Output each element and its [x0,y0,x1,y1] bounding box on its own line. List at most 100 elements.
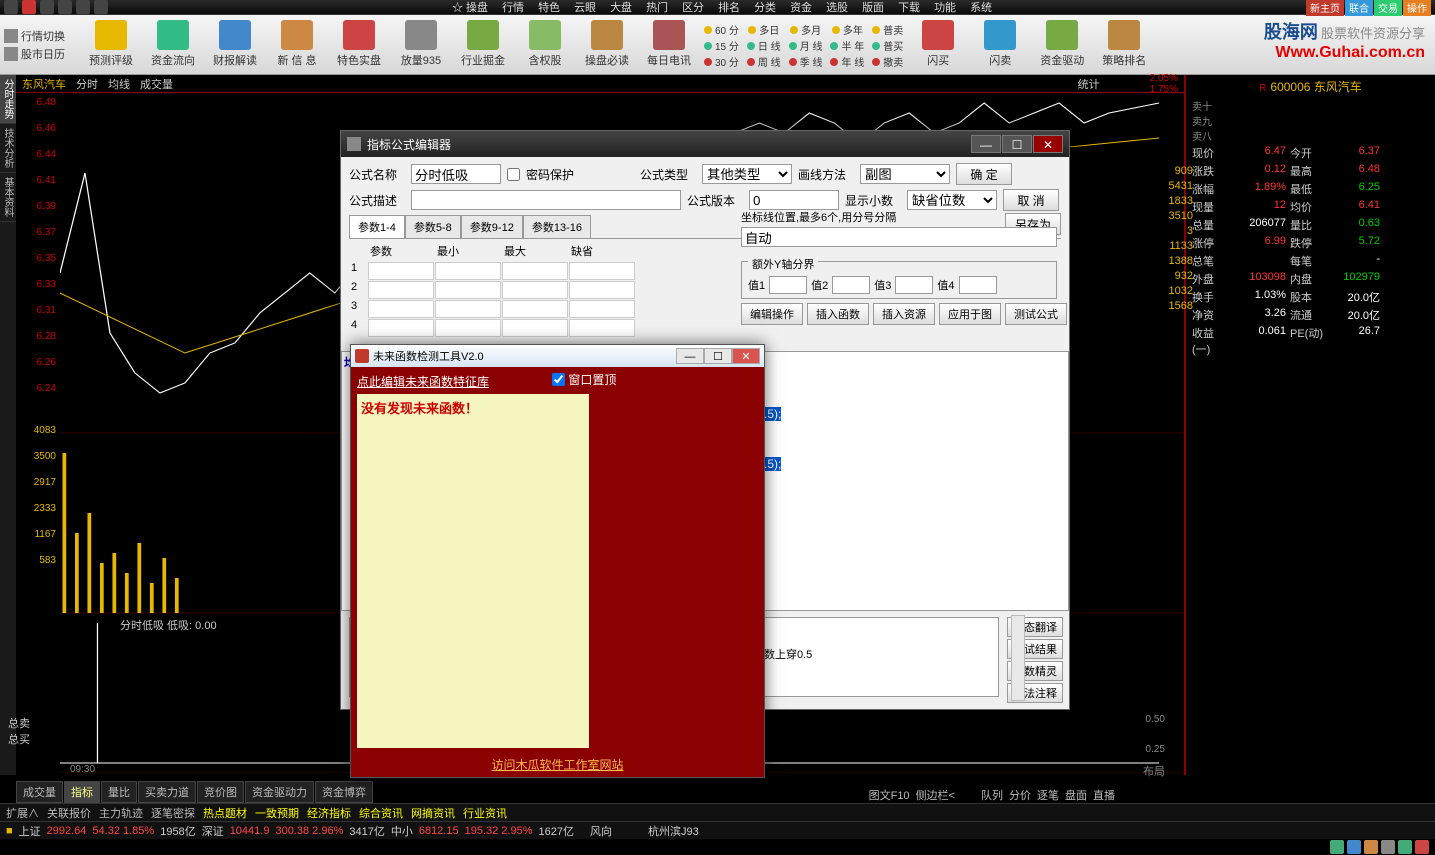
dialog-titlebar[interactable]: 指标公式编辑器 — ☐ ✕ [341,131,1069,157]
menu-item[interactable]: 热门 [646,0,668,15]
param-tab[interactable]: 参数1-4 [349,215,405,238]
tab-ops[interactable]: 操作 [1403,0,1431,16]
toolbar-period-group[interactable]: 普卖普买撤卖 [872,20,903,69]
status-item[interactable]: 一致预期 [255,805,299,821]
param-cell[interactable] [368,319,434,337]
menu-item[interactable]: 大盘 [610,0,632,15]
tray-icon[interactable] [1364,840,1378,854]
status-item[interactable]: 综合资讯 [359,805,403,821]
indicator-tab[interactable]: 资金驱动力 [245,781,314,803]
close-icon[interactable]: ✕ [1033,135,1063,153]
maximize-icon[interactable]: ☐ [704,348,732,364]
param-cell[interactable] [435,319,501,337]
toolbar-item[interactable]: 含权股 [518,20,572,69]
toolbar-item[interactable]: 预测评级 [84,20,138,69]
toolbar-period-group[interactable]: 多年半 年年 线 [830,20,864,69]
tray-icon[interactable] [1347,840,1361,854]
menu-item[interactable]: 云眼 [574,0,596,15]
param-tab[interactable]: 参数5-8 [405,215,461,238]
tab-f10[interactable]: 图文F10 [869,787,910,803]
param-cell[interactable] [435,262,501,280]
param-tab[interactable]: 参数9-12 [461,215,523,238]
status-item[interactable]: 行业资讯 [463,805,507,821]
edit-lib-link[interactable]: 点此编辑未来函数特征库 [357,375,489,389]
param-cell[interactable] [502,319,568,337]
status-item[interactable]: 主力轨迹 [99,805,143,821]
param-cell[interactable] [569,300,635,318]
toolbar-item[interactable]: 新 信 息 [270,20,324,69]
op-button[interactable]: 编辑操作 [741,303,803,325]
tray-icon[interactable] [1398,840,1412,854]
toolbar-period-group[interactable]: 60 分15 分30 分 [704,20,739,69]
toolbar-item[interactable]: 闪卖 [973,20,1027,69]
pwd-checkbox[interactable] [507,168,520,181]
prev-icon[interactable] [40,0,54,14]
toolbar-item[interactable]: 资金流向 [146,20,200,69]
status-item[interactable]: 扩展∧ [6,805,39,821]
op-button[interactable]: 应用于图 [939,303,1001,325]
dec-select[interactable]: 缺省位数 [907,190,997,210]
toolbar-item[interactable]: 特色实盘 [332,20,386,69]
status-item[interactable]: 网摘资讯 [411,805,455,821]
tab-queue[interactable]: 队列 [981,787,1003,803]
param-cell[interactable] [569,319,635,337]
toolbar-item[interactable]: 行业掘金 [456,20,510,69]
menu-item[interactable]: 版面 [862,0,884,15]
tab-tick[interactable]: 逐笔 [1037,787,1059,803]
param-cell[interactable] [368,262,434,280]
ontop-checkbox[interactable] [552,373,565,386]
toolbar-item[interactable]: 每日电讯 [642,20,696,69]
cancel-button[interactable]: 取 消 [1003,189,1059,211]
status-item[interactable]: 关联报价 [47,805,91,821]
type-select[interactable]: 其他类型 [702,164,792,184]
op-button[interactable]: 插入资源 [873,303,935,325]
toolbar-period-group[interactable]: 多月月 线季 线 [789,20,823,69]
tab-sidebar[interactable]: 侧边栏< [916,787,955,803]
menu-item[interactable]: 选股 [826,0,848,15]
menu-item[interactable]: 系统 [970,0,992,15]
tray-icon[interactable] [1381,840,1395,854]
minimize-icon[interactable]: — [676,348,704,364]
tab-union[interactable]: 联合 [1345,0,1373,16]
menu-item[interactable]: 下载 [898,0,920,15]
op-button[interactable]: 插入函数 [807,303,869,325]
indicator-tab[interactable]: 指标 [64,781,100,803]
tray-icon[interactable] [1415,840,1429,854]
footer-link[interactable]: 访问木瓜软件工作室网站 [351,752,764,777]
close-icon[interactable]: ✕ [732,348,760,364]
name-input[interactable] [411,164,501,184]
menu-item[interactable]: 资金 [790,0,812,15]
menu-item[interactable]: 功能 [934,0,956,15]
refresh-icon[interactable] [76,0,90,14]
toolbar-item[interactable]: 闪买 [911,20,965,69]
menu-item[interactable]: 分类 [754,0,776,15]
ver-input[interactable] [749,190,839,210]
param-cell[interactable] [368,300,434,318]
side-tab-intraday[interactable]: 分时走势 [0,75,16,124]
indicator-tab[interactable]: 资金博弈 [315,781,373,803]
coord-input[interactable] [741,227,1057,247]
menu-item[interactable]: 行情 [502,0,524,15]
side-tab-tech[interactable]: 技术分析 [0,124,16,173]
status-item[interactable]: 逐笔密探 [151,805,195,821]
y-value-input[interactable] [832,276,870,294]
toolbar-period-group[interactable]: 多日日 线周 线 [747,20,781,69]
indicator-tab[interactable]: 成交量 [16,781,63,803]
menu-item[interactable]: 区分 [682,0,704,15]
expand-icon[interactable] [94,0,108,14]
param-cell[interactable] [368,281,434,299]
tab-live[interactable]: 直播 [1093,787,1115,803]
status-item[interactable]: 热点题材 [203,805,247,821]
ok-button[interactable]: 确 定 [956,163,1012,185]
side-tab-fund[interactable]: 基本资料 [0,173,16,222]
next-icon[interactable] [58,0,72,14]
desc-input[interactable] [411,190,681,210]
param-cell[interactable] [435,281,501,299]
stat-label[interactable]: 统计 [1078,76,1100,92]
param-cell[interactable] [502,262,568,280]
layout-label[interactable]: 布局 [1143,763,1165,779]
dialog2-titlebar[interactable]: 未来函数检测工具V2.0 — ☐ ✕ [351,345,764,367]
param-cell[interactable] [435,300,501,318]
status-item[interactable]: 经济指标 [307,805,351,821]
y-value-input[interactable] [959,276,997,294]
